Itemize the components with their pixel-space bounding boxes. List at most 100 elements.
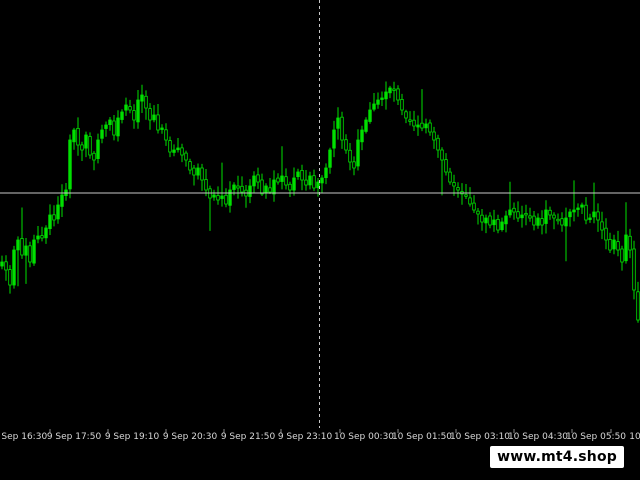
candle-body (284, 176, 288, 186)
candle-body (108, 119, 112, 125)
candle-body (540, 218, 544, 226)
candle-body (592, 211, 596, 218)
candle-body (480, 214, 484, 223)
candle-body (248, 185, 252, 197)
time-tick-label: 9 Sep 21:50 (220, 432, 276, 442)
candle-body (236, 185, 240, 189)
candle-body (76, 127, 80, 146)
candle-body (156, 114, 160, 131)
candle-body (220, 195, 224, 199)
candle-body (600, 221, 604, 231)
time-tick-label: 10 Sep 00:30 (333, 432, 395, 442)
time-tick-label: 9 Sep 17:50 (46, 432, 102, 442)
candle-body (136, 99, 140, 123)
candle-body (612, 239, 616, 250)
candle-body (300, 169, 304, 181)
candle-body (112, 120, 116, 136)
candle-body (512, 207, 516, 213)
candle-body (12, 249, 16, 286)
candle-body (264, 185, 268, 193)
candle-body (200, 167, 204, 181)
candle-body (164, 129, 168, 141)
candle-body (492, 219, 496, 226)
candle-body (636, 291, 640, 321)
candle-body (276, 177, 280, 183)
candle-body (328, 149, 332, 168)
candle-body (528, 215, 532, 219)
candle-body (84, 134, 88, 149)
candle-body (280, 175, 284, 182)
candle-body (272, 179, 276, 195)
candle-body (352, 161, 356, 169)
candle-body (224, 194, 228, 205)
candle-body (608, 238, 612, 251)
candle-body (68, 139, 72, 190)
candle-body (444, 159, 448, 173)
candle-body (172, 149, 176, 153)
candle-body (44, 227, 48, 239)
candle-body (152, 114, 156, 121)
time-tick-label: 9 Sep 23:10 (277, 432, 333, 442)
candle-body (8, 269, 12, 286)
candle-body (464, 194, 468, 197)
price-chart[interactable]: 9 Sep 16:309 Sep 17:509 Sep 19:10 9 Sep 2… (0, 0, 640, 450)
candlestick-chart-canvas[interactable] (0, 0, 640, 450)
candle-body (456, 187, 460, 191)
candle-body (120, 111, 124, 120)
candle-body (508, 209, 512, 216)
candle-body (56, 204, 60, 220)
candle-body (320, 177, 324, 184)
candle-body (216, 195, 220, 201)
candle-body (416, 124, 420, 128)
candle-body (376, 99, 380, 105)
candle-body (252, 175, 256, 187)
candle-body (516, 211, 520, 219)
candle-body (256, 174, 260, 183)
candle-body (424, 123, 428, 129)
candle-body (196, 167, 200, 176)
candle-body (52, 214, 56, 221)
candle-body (100, 129, 104, 139)
candle-body (468, 197, 472, 205)
candle-body (412, 119, 416, 127)
candle-body (20, 238, 24, 256)
candle-body (40, 235, 44, 239)
candle-body (500, 221, 504, 230)
candle-body (192, 167, 196, 176)
candle-body (404, 111, 408, 119)
candle-body (576, 207, 580, 210)
candle-body (148, 108, 152, 121)
candle-body (440, 149, 444, 161)
candle-body (548, 209, 552, 216)
candle-body (564, 217, 568, 227)
candle-body (428, 122, 432, 133)
candle-body (632, 248, 636, 291)
candle-body (372, 103, 376, 110)
candle-body (96, 139, 100, 160)
candle-body (144, 95, 148, 109)
watermark-text: www.mt4.shop (497, 449, 617, 465)
candle-body (48, 214, 52, 230)
candle-body (560, 218, 564, 226)
candle-body (260, 179, 264, 195)
candle-body (228, 189, 232, 206)
candle-body (544, 209, 548, 224)
candle-body (488, 215, 492, 226)
candle-body (360, 129, 364, 143)
candle-body (556, 218, 560, 222)
candle-body (72, 129, 76, 143)
time-tick-label: 9 Sep 16:30 (0, 432, 48, 442)
candle-body (124, 104, 128, 111)
candle-body (356, 139, 360, 167)
candle-body (584, 204, 588, 221)
candle-body (552, 214, 556, 219)
time-tick-label: 9 Sep 19:10 (104, 432, 160, 442)
candle-body (568, 211, 572, 218)
candle-body (16, 239, 20, 251)
time-tick-label: 10 (629, 432, 640, 442)
candle-body (388, 87, 392, 94)
candle-body (332, 129, 336, 149)
candle-body (536, 217, 540, 226)
candle-body (496, 218, 500, 231)
candle-body (60, 194, 64, 207)
